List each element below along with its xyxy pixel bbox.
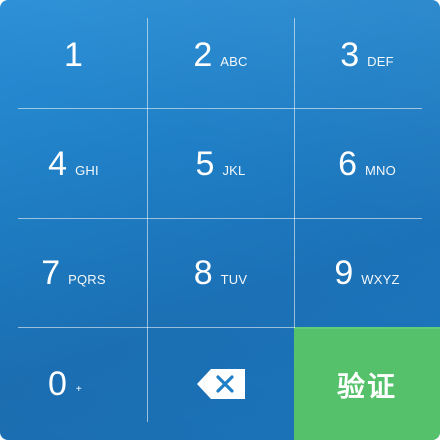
key-digit: 9	[334, 253, 354, 292]
key-2[interactable]: 2 ABC	[147, 0, 294, 109]
key-digit: 1	[64, 35, 83, 74]
key-5[interactable]: 5 JKL	[147, 109, 294, 218]
key-digit: 4	[48, 144, 68, 183]
key-letters: JKL	[222, 163, 246, 178]
key-letters: DEF	[367, 54, 394, 69]
key-digit: 2	[193, 35, 213, 74]
key-letters: ABC	[220, 54, 248, 69]
key-digit: 6	[338, 144, 357, 183]
key-3[interactable]: 3 DEF	[294, 0, 440, 109]
key-digit: 7	[41, 253, 61, 292]
key-letters: TUV	[220, 272, 248, 287]
numeric-keypad: 1 2 ABC 3 DEF 4 GHI 5 JKL 6 MNO 7 PQRS 8…	[0, 0, 440, 440]
key-digit: 3	[340, 35, 360, 74]
key-1[interactable]: 1	[0, 0, 147, 109]
key-letters: MNO	[364, 163, 396, 178]
key-letters: WXYZ	[361, 272, 400, 287]
verify-button-label: 验证	[336, 369, 397, 403]
key-6[interactable]: 6 MNO	[294, 109, 440, 218]
key-7[interactable]: 7 PQRS	[0, 218, 147, 327]
key-plus-symbol: +	[75, 384, 82, 395]
key-9[interactable]: 9 WXYZ	[294, 218, 440, 327]
key-digit: 8	[193, 253, 213, 292]
key-letters: PQRS	[68, 272, 106, 287]
keypad-grid: 1 2 ABC 3 DEF 4 GHI 5 JKL 6 MNO 7 PQRS 8…	[0, 0, 440, 440]
key-0[interactable]: 0 +	[0, 327, 147, 440]
key-4[interactable]: 4 GHI	[0, 109, 147, 218]
verify-button[interactable]: 验证	[294, 327, 440, 440]
backspace-button[interactable]	[147, 327, 294, 440]
key-letters: GHI	[75, 163, 99, 178]
key-digit: 0	[48, 364, 67, 403]
key-8[interactable]: 8 TUV	[147, 218, 294, 327]
key-digit: 5	[195, 144, 215, 183]
backspace-icon	[195, 367, 247, 401]
